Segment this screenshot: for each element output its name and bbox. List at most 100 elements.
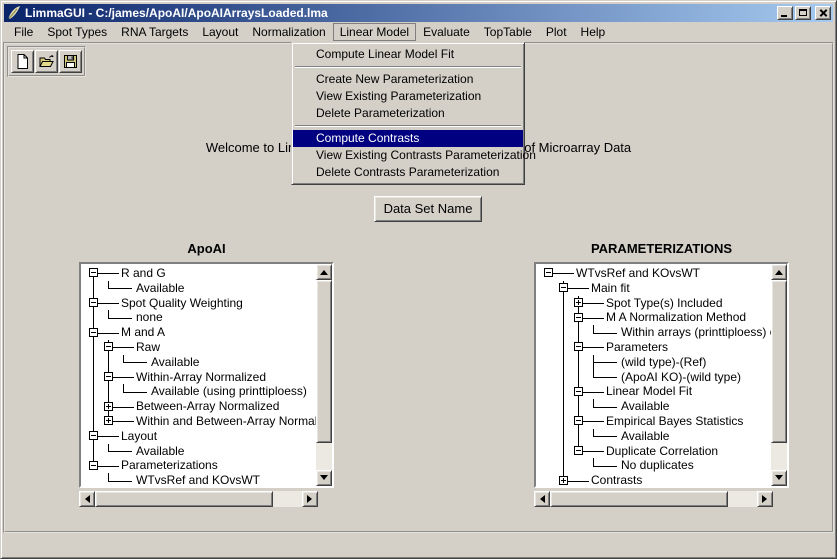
- tree-node-label[interactable]: Linear Model Fit: [606, 384, 692, 399]
- menu-plot[interactable]: Plot: [539, 23, 574, 41]
- collapse-icon[interactable]: [104, 372, 113, 381]
- horizontal-scrollbar[interactable]: [79, 491, 318, 507]
- tree-node-label[interactable]: Spot Quality Weighting: [121, 296, 243, 311]
- tree-node-label[interactable]: Spot Type(s) Included: [606, 296, 723, 311]
- collapse-icon[interactable]: [574, 416, 583, 425]
- scroll-up-button[interactable]: [771, 264, 787, 280]
- collapse-icon[interactable]: [89, 328, 98, 337]
- open-file-button[interactable]: [35, 50, 58, 73]
- scroll-left-button[interactable]: [534, 491, 550, 507]
- expand-icon[interactable]: [559, 476, 568, 485]
- menu-rna-targets[interactable]: RNA Targets: [114, 23, 195, 41]
- collapse-icon[interactable]: [574, 342, 583, 351]
- menu-item-delete-contrasts-parameterization[interactable]: Delete Contrasts Parameterization: [293, 164, 523, 181]
- scroll-left-button[interactable]: [79, 491, 95, 507]
- menu-spot-types[interactable]: Spot Types: [40, 23, 114, 41]
- tree-line: [123, 362, 147, 363]
- tree-node-label[interactable]: (ApoAI KO)-(wild type): [621, 370, 741, 385]
- scrollbar-track[interactable]: [95, 491, 302, 507]
- tree-node-label[interactable]: Available: [136, 444, 184, 459]
- tree-node-label[interactable]: No duplicates: [621, 458, 694, 473]
- tree-node-label[interactable]: Available: [136, 281, 184, 296]
- tree-node-label[interactable]: Raw: [136, 340, 160, 355]
- expand-icon[interactable]: [574, 298, 583, 307]
- menu-item-compute-contrasts[interactable]: Compute Contrasts: [293, 130, 523, 147]
- scrollbar-track[interactable]: [550, 491, 757, 507]
- new-file-button[interactable]: [11, 50, 34, 73]
- horizontal-scrollbar[interactable]: [534, 491, 773, 507]
- scroll-right-button[interactable]: [757, 491, 773, 507]
- scroll-down-button[interactable]: [771, 470, 787, 486]
- collapse-icon[interactable]: [89, 298, 98, 307]
- scrollbar-thumb[interactable]: [771, 280, 787, 443]
- tree-line: [578, 370, 579, 385]
- scroll-up-button[interactable]: [316, 264, 332, 280]
- tree-node-label[interactable]: WTvsRef and KOvsWT: [136, 473, 260, 486]
- expand-icon[interactable]: [104, 416, 113, 425]
- save-floppy-icon: [62, 53, 79, 70]
- scroll-down-button[interactable]: [316, 470, 332, 486]
- menu-help[interactable]: Help: [574, 23, 613, 41]
- vertical-scrollbar[interactable]: [771, 264, 787, 486]
- save-file-button[interactable]: [59, 50, 82, 73]
- collapse-icon[interactable]: [89, 431, 98, 440]
- tree-node-label[interactable]: Empirical Bayes Statistics: [606, 414, 743, 429]
- tree-node-label[interactable]: Contrasts: [591, 473, 642, 486]
- expand-icon[interactable]: [104, 402, 113, 411]
- menu-item-compute-linear-model-fit[interactable]: Compute Linear Model Fit: [293, 46, 523, 63]
- menu-toptable[interactable]: TopTable: [477, 23, 539, 41]
- tree-node-label[interactable]: Duplicate Correlation: [606, 444, 718, 459]
- menu-linear-model[interactable]: Linear Model: [333, 23, 416, 41]
- menu-item-create-new-parameterization[interactable]: Create New Parameterization: [293, 71, 523, 88]
- tree-node-label[interactable]: Between-Array Normalized: [136, 399, 279, 414]
- tree-node-label[interactable]: Within and Between-Array Normalized: [136, 414, 316, 429]
- menu-evaluate[interactable]: Evaluate: [416, 23, 477, 41]
- scroll-right-button[interactable]: [302, 491, 318, 507]
- menu-normalization[interactable]: Normalization: [245, 23, 332, 41]
- title-bar[interactable]: LimmaGUI - C:/james/ApoAI/ApoAIArraysLoa…: [4, 4, 833, 22]
- collapse-icon[interactable]: [574, 387, 583, 396]
- menu-layout[interactable]: Layout: [195, 23, 245, 41]
- tree-node-label[interactable]: Available: [151, 355, 199, 370]
- tree-node-label[interactable]: R and G: [121, 266, 166, 281]
- scrollbar-track[interactable]: [771, 280, 787, 470]
- tree-node-label[interactable]: (wild type)-(Ref): [621, 355, 706, 370]
- tree-node-label[interactable]: none: [136, 310, 163, 325]
- tree-node-label[interactable]: Main fit: [591, 281, 630, 296]
- vertical-scrollbar[interactable]: [316, 264, 332, 486]
- minimize-button[interactable]: [777, 6, 793, 20]
- collapse-icon[interactable]: [544, 268, 553, 277]
- tree-node-label[interactable]: WTvsRef and KOvsWT: [576, 266, 700, 281]
- scrollbar-thumb[interactable]: [316, 280, 332, 443]
- collapse-icon[interactable]: [104, 342, 113, 351]
- collapse-icon[interactable]: [559, 283, 568, 292]
- tree-node-label[interactable]: Within-Array Normalized: [136, 370, 266, 385]
- data-set-name-button[interactable]: Data Set Name: [374, 196, 482, 222]
- menu-item-delete-parameterization[interactable]: Delete Parameterization: [293, 105, 523, 122]
- menu-item-view-existing-contrasts-parameterization[interactable]: View Existing Contrasts Parameterization: [293, 147, 523, 164]
- collapse-icon[interactable]: [574, 446, 583, 455]
- tree-node-label[interactable]: Available (using printtiploess): [151, 384, 307, 399]
- tree-node-label[interactable]: Layout: [121, 429, 157, 444]
- apoai-tree-canvas[interactable]: R and GAvailableSpot Quality Weightingno…: [81, 264, 316, 486]
- tree-node-label[interactable]: Available: [621, 429, 669, 444]
- scrollbar-track[interactable]: [316, 280, 332, 470]
- tree-node-label[interactable]: Parameterizations: [121, 458, 218, 473]
- collapse-icon[interactable]: [89, 461, 98, 470]
- parameterizations-tree-canvas[interactable]: WTvsRef and KOvsWTMain fitSpot Type(s) I…: [536, 264, 771, 486]
- tree-node-label[interactable]: M A Normalization Method: [606, 310, 746, 325]
- maximize-button[interactable]: [795, 6, 811, 20]
- collapse-icon[interactable]: [89, 268, 98, 277]
- menu-item-view-existing-parameterization[interactable]: View Existing Parameterization: [293, 88, 523, 105]
- tree-node-label[interactable]: M and A: [121, 325, 165, 340]
- close-button[interactable]: [815, 6, 831, 20]
- tree-row: M A Normalization Method: [536, 310, 771, 325]
- menu-file[interactable]: File: [7, 23, 40, 41]
- tree-node-label[interactable]: Within arrays (printtiploess) o: [621, 325, 771, 340]
- scrollbar-thumb[interactable]: [95, 491, 273, 507]
- collapse-icon[interactable]: [574, 313, 583, 322]
- tree-node-label[interactable]: Parameters: [606, 340, 668, 355]
- scrollbar-thumb[interactable]: [550, 491, 728, 507]
- tree-node-label[interactable]: Available: [621, 399, 669, 414]
- tree-row: Available: [81, 281, 316, 296]
